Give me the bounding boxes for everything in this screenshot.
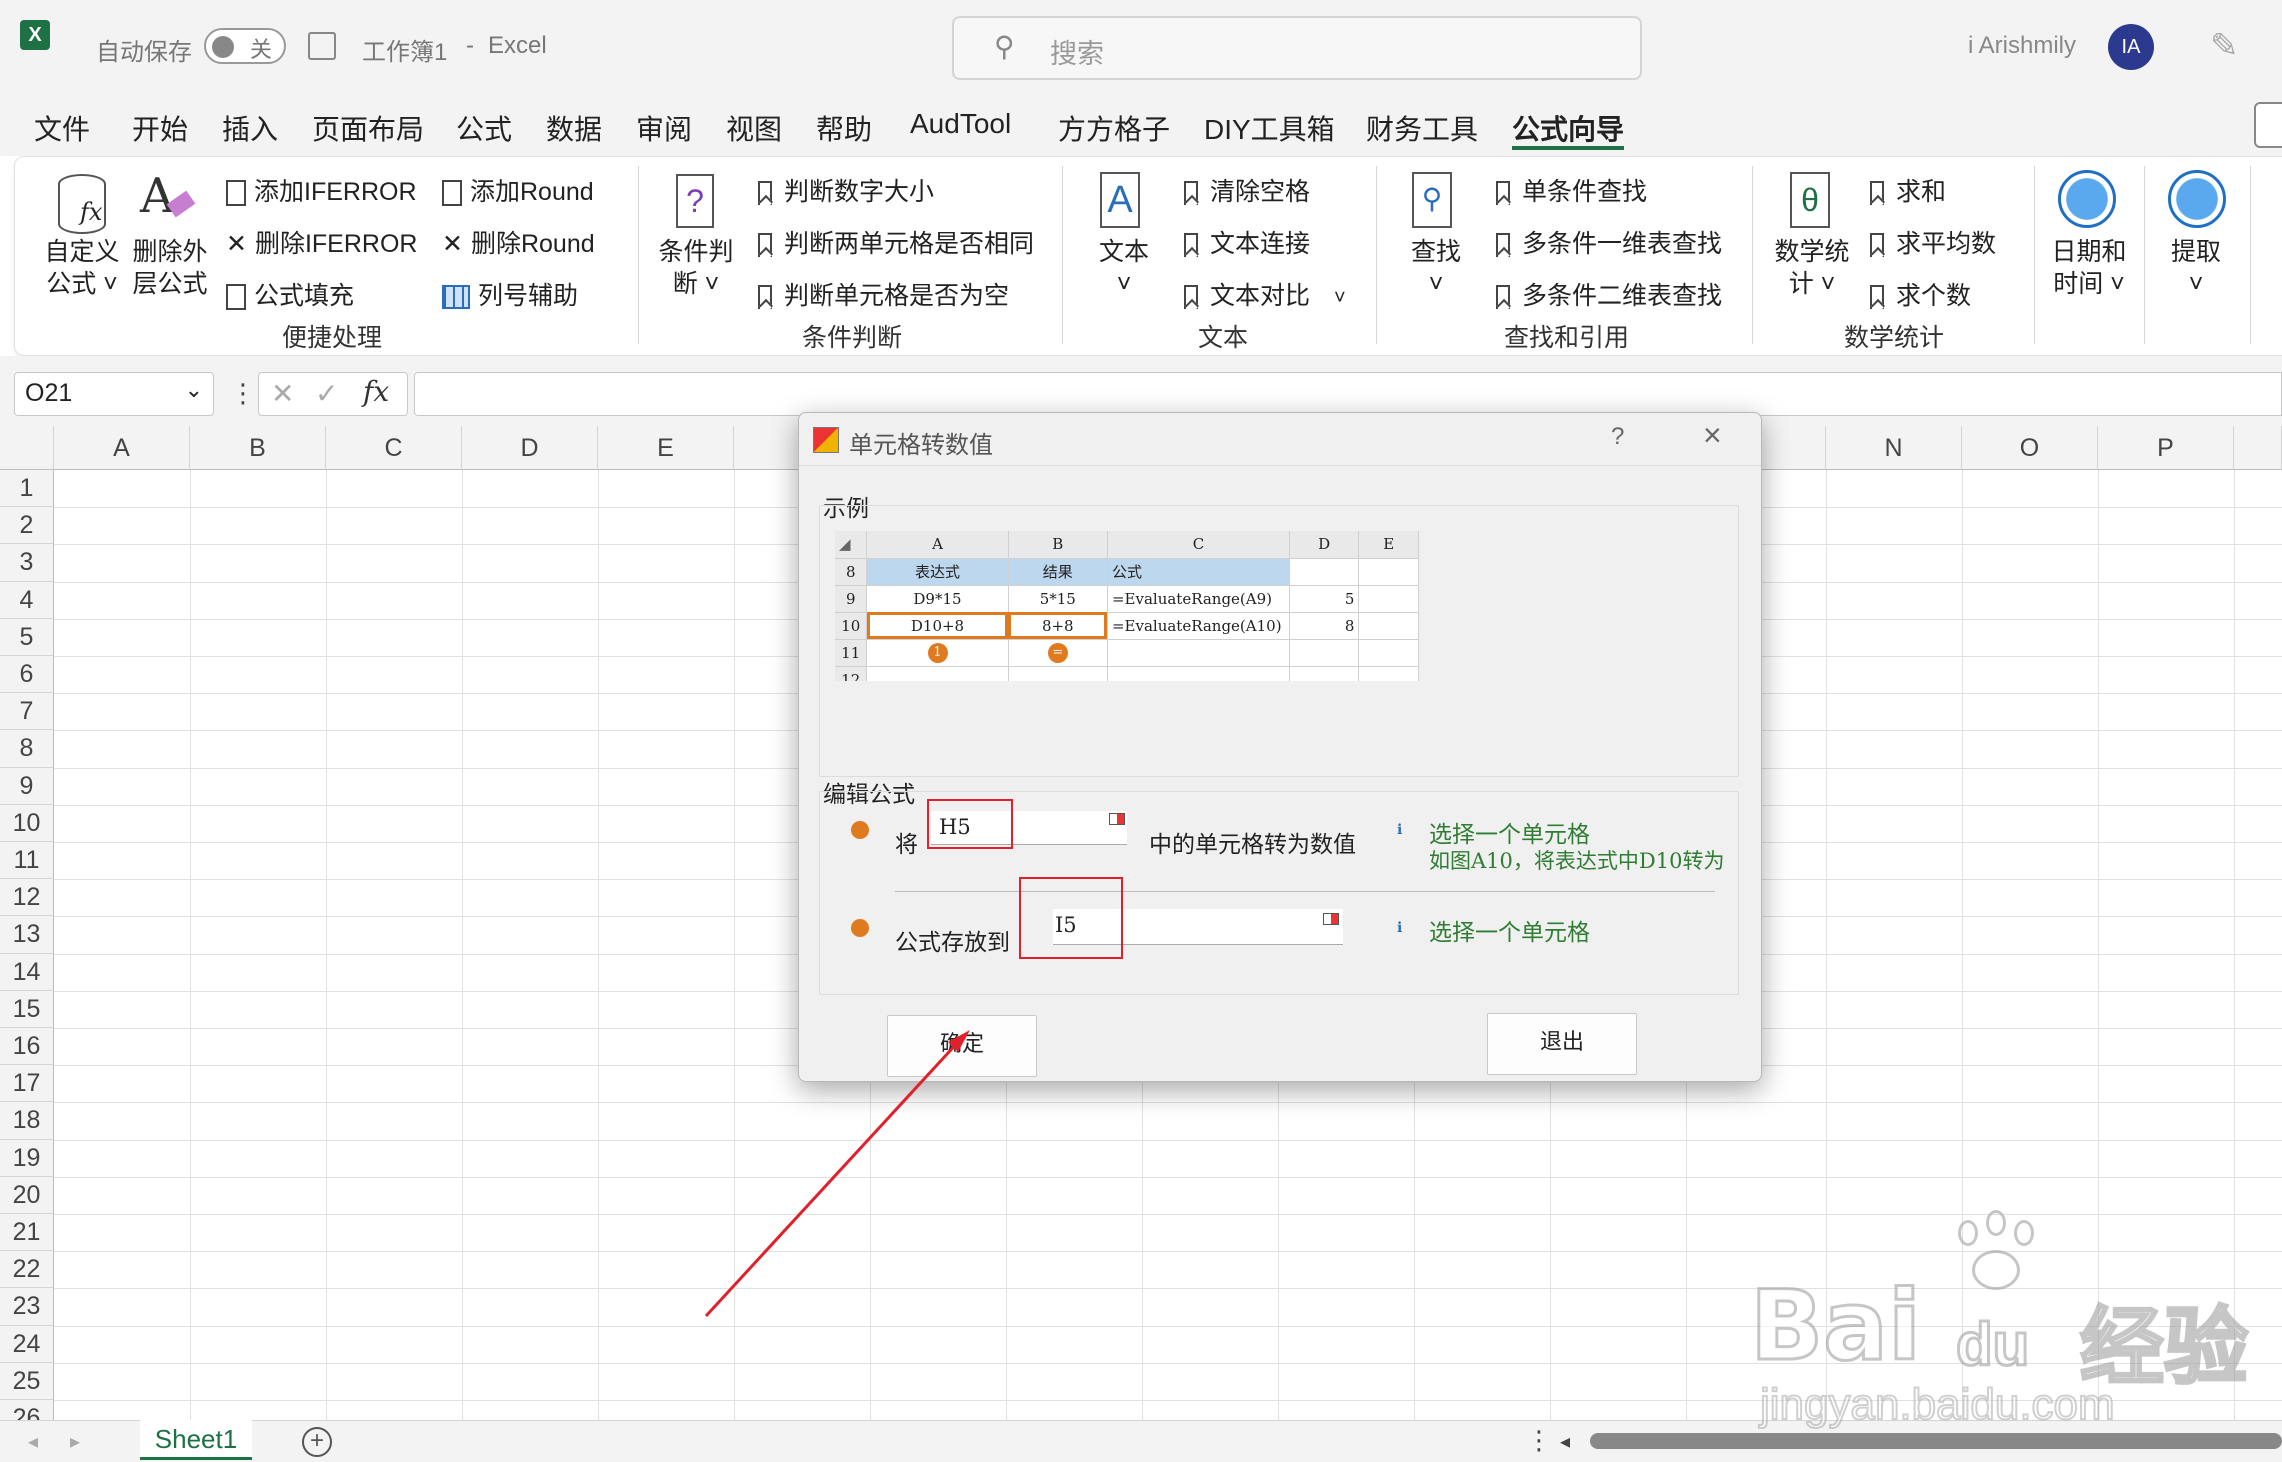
annotation-arrow [704, 1030, 970, 1318]
